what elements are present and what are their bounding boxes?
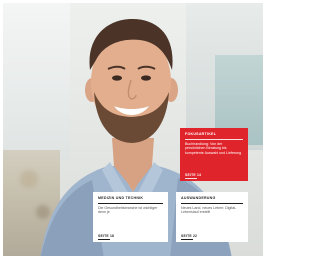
featured-teaser-text: Buchhandlung: Von der persönlichen Berat… [185,141,242,155]
featured-teaser-page-link[interactable]: SEITE 14 [185,173,201,177]
emigration-teaser-text: Neues Land, neues Leben: Digital-Lebensl… [181,205,237,215]
emigration-teaser-rule [181,203,243,204]
medicine-teaser-page-link[interactable]: SEITE 18 [98,234,114,238]
emigration-teaser-kicker: AUSWANDERUNG [181,196,216,200]
medicine-teaser-text: Die Gesundheitsbranche ist wichtiger den… [98,205,158,215]
emigration-teaser-card[interactable]: AUSWANDERUNG Neues Land, neues Leben: Di… [176,192,248,242]
featured-teaser-page-underline [185,177,197,179]
medicine-teaser-rule [98,203,163,204]
eye-left [112,75,122,81]
magazine-cover: FOKUSARTIKEL Buchhandlung: Von der persö… [0,0,266,259]
eye-right [141,75,151,81]
medicine-teaser-page-underline [98,238,110,240]
featured-teaser-rule [185,139,243,140]
featured-teaser-kicker: FOKUSARTIKEL [185,132,217,136]
medicine-teaser-kicker: MEDIZIN UND TECHNIK [98,196,144,200]
medicine-teaser-card[interactable]: MEDIZIN UND TECHNIK Die Gesundheitsbranc… [93,192,168,242]
featured-teaser-card[interactable]: FOKUSARTIKEL Buchhandlung: Von der persö… [180,128,248,181]
emigration-teaser-page-underline [181,238,193,240]
emigration-teaser-page-link[interactable]: SEITE 22 [181,234,197,238]
